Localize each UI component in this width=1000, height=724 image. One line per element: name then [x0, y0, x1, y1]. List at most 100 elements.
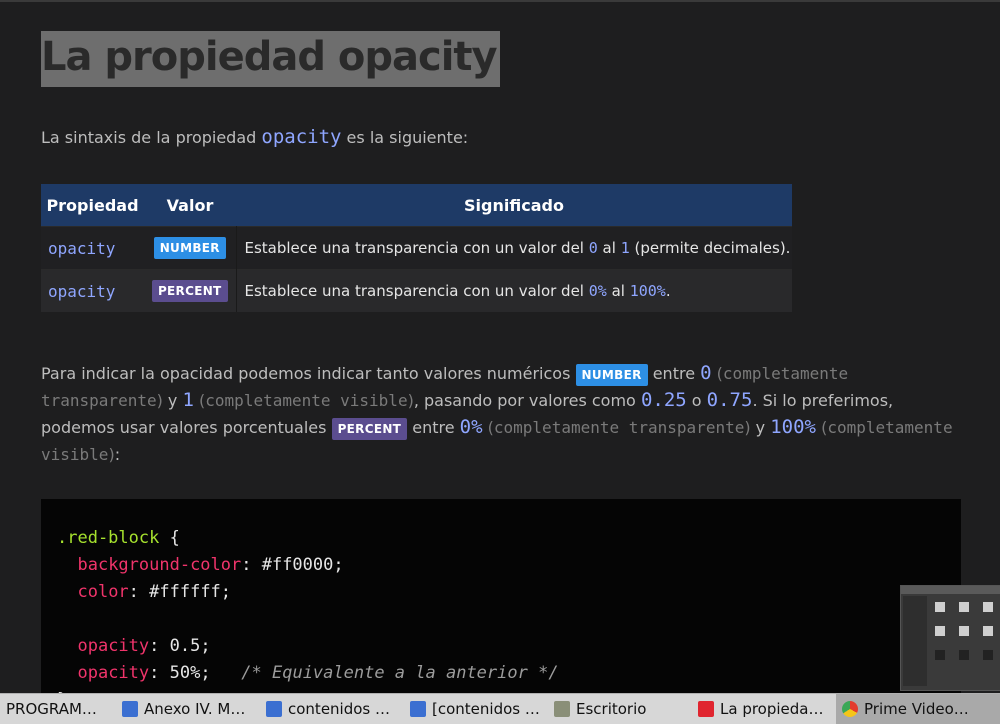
desc-code: 0%: [588, 282, 607, 300]
cell-prop: opacity: [41, 226, 144, 270]
desc-text: al: [606, 282, 630, 300]
taskbar-item-label: La propieda…: [720, 700, 824, 718]
taskbar-item-prime-video[interactable]: Prime Video…: [836, 694, 1000, 724]
cell-description: Establece una transparencia con un valor…: [236, 226, 792, 270]
percent-badge: PERCENT: [331, 418, 408, 440]
window-preview-thumbnail[interactable]: [900, 585, 1000, 691]
chrome-icon: [842, 701, 858, 717]
preview-file-icon: [983, 602, 993, 612]
percent-badge: PERCENT: [151, 280, 228, 302]
document-icon: [410, 701, 426, 717]
para-text: , pasando por valores como: [413, 391, 641, 410]
code-value: : #ff0000;: [241, 555, 344, 575]
code-property: opacity: [77, 636, 150, 656]
value-code: 100%: [770, 416, 816, 438]
preview-file-icon: [935, 602, 945, 612]
para-text: :: [114, 445, 121, 464]
cell-value: PERCENT: [144, 269, 237, 312]
intro-text: La sintaxis de la propiedad opacity es l…: [41, 126, 468, 148]
intro-text-end: es la siguiente:: [341, 128, 469, 147]
intro-text-start: La sintaxis de la propiedad: [41, 128, 262, 147]
cell-prop: opacity: [41, 269, 144, 312]
document-icon: [122, 701, 138, 717]
preview-file-icon: [959, 602, 969, 612]
value-code: 0: [700, 362, 712, 384]
desc-code: 1: [620, 239, 630, 257]
value-code: 0.25: [640, 389, 687, 411]
desc-text: .: [665, 282, 671, 300]
preview-file-icon: [935, 650, 945, 660]
code-line: background-color: #ff0000;: [57, 552, 344, 579]
preview-sidebar: [903, 596, 927, 686]
syntax-table: Propiedad Valor Significado opacity NUMB…: [41, 184, 792, 312]
preview-file-icon: [935, 626, 945, 636]
code-line: opacity: 50%; /* Equivalente a la anteri…: [57, 660, 559, 687]
desc-code: 0: [588, 239, 598, 257]
code-property: background-color: [77, 555, 242, 575]
preview-file-icon: [983, 626, 993, 636]
value-code: 0%: [459, 416, 483, 438]
para-text: entre: [407, 418, 460, 437]
vivaldi-icon: [698, 701, 714, 717]
explanation-paragraph: Para indicar la opacidad podemos indicar…: [41, 360, 961, 468]
code-selector: .red-block: [57, 528, 160, 548]
para-text: o: [686, 391, 707, 410]
taskbar-item-label: Anexo IV. M…: [144, 700, 246, 718]
cell-description: Establece una transparencia con un valor…: [236, 269, 792, 312]
table-row: opacity NUMBER Establece una transparenc…: [41, 226, 792, 270]
preview-file-icon: [959, 650, 969, 660]
para-text: Para indicar la opacidad podemos indicar…: [41, 364, 576, 383]
taskbar: PROGRAM… Anexo IV. M… contenidos … [cont…: [0, 693, 1000, 724]
code-property: opacity: [77, 663, 150, 683]
top-divider: [0, 0, 1000, 2]
taskbar-item-label: Prime Video…: [864, 700, 969, 718]
folder-icon: [554, 701, 570, 717]
para-text: y: [162, 391, 183, 410]
code-comment: /* Equivalente a la anterior */: [241, 663, 559, 683]
taskbar-item-la-propiedad[interactable]: La propieda…: [692, 694, 836, 724]
value-code: 1: [182, 389, 194, 411]
header-propiedad: Propiedad: [41, 184, 144, 227]
table-header-row: Propiedad Valor Significado: [41, 184, 792, 227]
desc-text: al: [597, 239, 621, 257]
document-icon: [266, 701, 282, 717]
taskbar-item-anexo[interactable]: Anexo IV. M…: [116, 694, 260, 724]
intro-code: opacity: [261, 126, 342, 148]
taskbar-item-contenidos-2[interactable]: [contenidos …: [404, 694, 548, 724]
preview-file-icon: [983, 650, 993, 660]
header-valor: Valor: [144, 184, 236, 227]
preview-file-icon: [959, 626, 969, 636]
taskbar-item-escritorio[interactable]: Escritorio: [548, 694, 692, 724]
page-title: La propiedad opacity: [41, 30, 500, 87]
desc-code: 100%: [629, 282, 666, 300]
code-value: : #ffffff;: [128, 582, 232, 602]
code-brace: {: [159, 528, 180, 548]
code-value: : 50%;: [149, 663, 211, 683]
muted-code: completamente visible: [205, 391, 408, 410]
taskbar-item-label: PROGRAM…: [6, 700, 97, 718]
para-text: entre: [647, 364, 701, 383]
table-row: opacity PERCENT Establece una transparen…: [41, 269, 792, 312]
value-code: 0.75: [706, 389, 753, 411]
code-property: color: [77, 582, 129, 602]
para-text: y: [750, 418, 771, 437]
preview-titlebar: [901, 586, 1000, 594]
taskbar-item-label: [contenidos …: [432, 700, 540, 718]
taskbar-item-label: contenidos …: [288, 700, 390, 718]
desc-text: Establece una transparencia con un valor…: [244, 239, 589, 257]
code-value: : 0.5;: [149, 636, 211, 656]
desc-text: Establece una transparencia con un valor…: [244, 282, 589, 300]
desc-text: (permite decimales).: [629, 239, 791, 257]
header-significado: Significado: [236, 184, 792, 227]
cell-value: NUMBER: [144, 226, 237, 270]
taskbar-item-program[interactable]: PROGRAM…: [0, 694, 116, 724]
code-line: opacity: 0.5;: [57, 633, 211, 660]
code-block: .red-block { background-color: #ff0000; …: [41, 499, 961, 699]
code-line: .red-block {: [57, 525, 180, 552]
number-badge: NUMBER: [575, 364, 648, 386]
taskbar-item-contenidos[interactable]: contenidos …: [260, 694, 404, 724]
muted-code: completamente transparente: [493, 418, 745, 437]
taskbar-item-label: Escritorio: [576, 700, 647, 718]
number-badge: NUMBER: [153, 237, 226, 259]
code-line: color: #ffffff;: [57, 579, 231, 606]
